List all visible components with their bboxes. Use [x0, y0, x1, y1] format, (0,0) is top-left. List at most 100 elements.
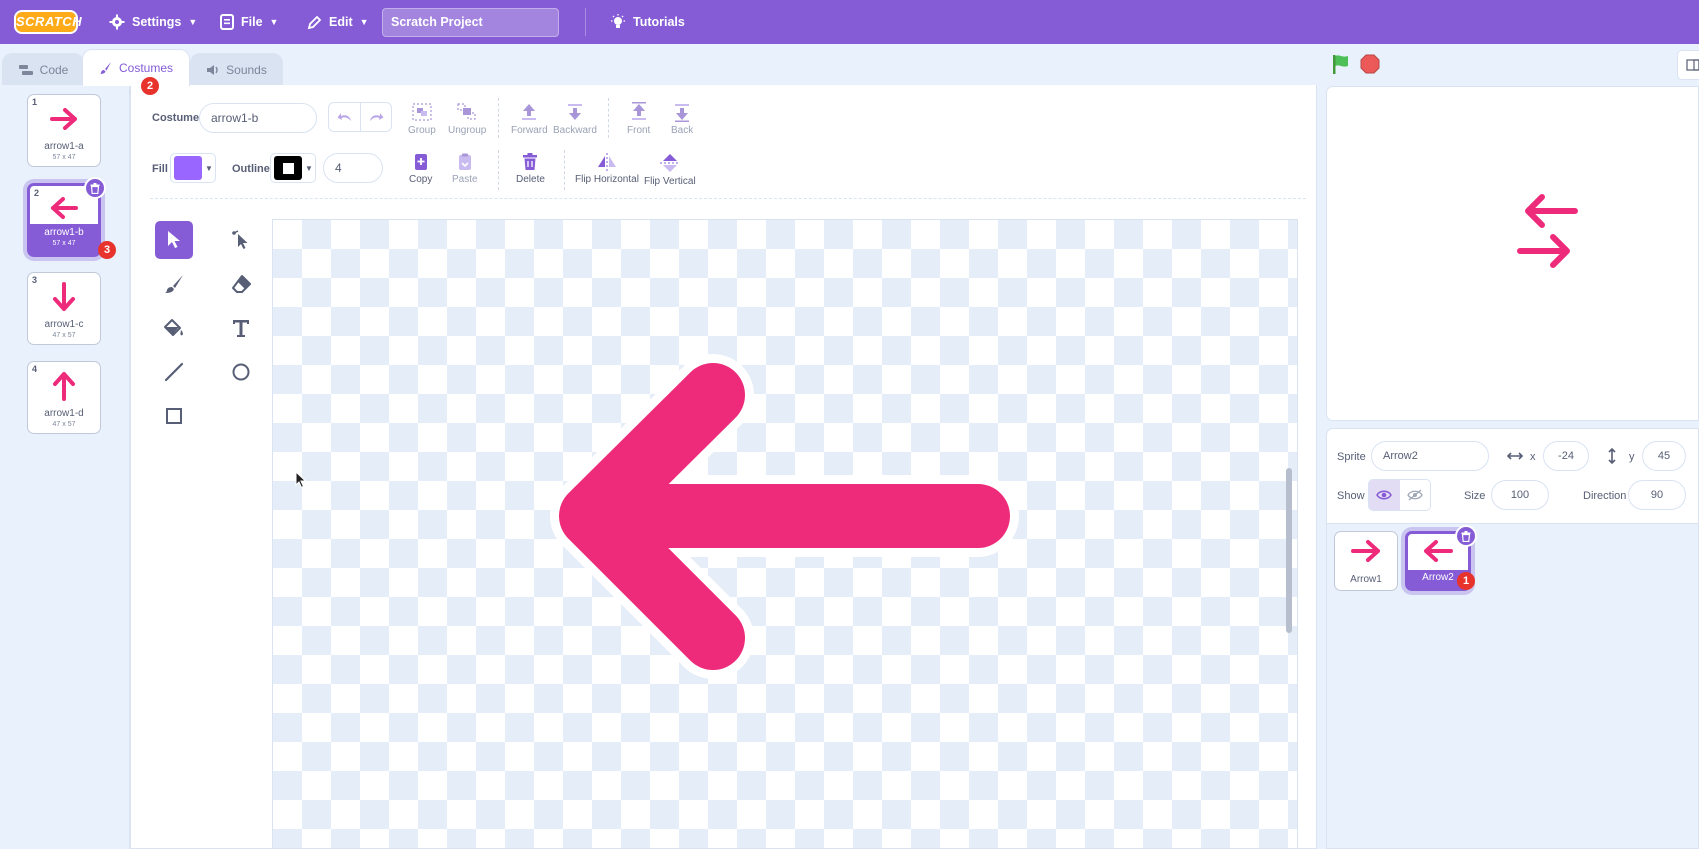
lightbulb-icon [611, 14, 625, 28]
trash-icon [90, 182, 100, 194]
file-menu[interactable]: File ▼ [220, 0, 278, 44]
rectangle-tool[interactable] [155, 397, 193, 435]
sprite-name-input[interactable]: Arrow2 [1371, 441, 1489, 471]
costume-item-4[interactable]: 4 arrow1-d 47 x 57 [27, 361, 101, 434]
y-position-input[interactable]: 45 [1642, 441, 1686, 471]
outline-swatch [274, 156, 302, 180]
costume-item-1[interactable]: 1 arrow1-a 57 x 47 [27, 94, 101, 167]
paint-bucket-icon [164, 319, 183, 336]
backward-icon [567, 104, 582, 120]
x-position-input[interactable]: -24 [1543, 441, 1589, 471]
toolbar-separator [498, 98, 499, 138]
green-flag-icon[interactable] [1330, 53, 1352, 75]
brush-tool[interactable] [155, 265, 193, 303]
copy-icon [414, 154, 427, 170]
toolbar-divider [150, 198, 1306, 199]
chevron-down-icon: ▼ [205, 163, 213, 173]
settings-menu[interactable]: Settings ▼ [109, 0, 197, 44]
arrow-down-thumbnail [28, 279, 100, 315]
eraser-icon [232, 275, 251, 293]
delete-button[interactable]: Delete [516, 153, 545, 185]
tab-sounds-label: Sounds [226, 62, 267, 77]
small-stage-icon [1686, 59, 1699, 71]
tab-code-label: Code [39, 62, 69, 77]
front-button[interactable]: Front [627, 102, 650, 136]
eraser-tool[interactable] [222, 265, 260, 303]
paint-canvas[interactable] [272, 219, 1298, 849]
copy-button[interactable]: Copy [409, 153, 432, 185]
costume-name-input[interactable]: arrow1-b [199, 103, 317, 133]
text-tool[interactable] [222, 309, 260, 347]
back-button[interactable]: Back [671, 102, 693, 136]
undo-button[interactable] [329, 103, 360, 131]
outline-color-picker[interactable]: ▼ [270, 153, 316, 183]
back-label: Back [671, 125, 694, 136]
chevron-down-icon: ▼ [269, 17, 279, 27]
arrow1-sprite [1517, 234, 1570, 268]
tutorials-button[interactable]: Tutorials [610, 0, 685, 44]
trash-icon [1461, 530, 1471, 542]
reshape-icon [232, 230, 248, 249]
circle-tool[interactable] [222, 353, 260, 391]
toolbar-separator [608, 98, 609, 138]
vertical-arrows-icon [1608, 448, 1616, 464]
outline-width-input[interactable]: 4 [323, 153, 383, 183]
flip-vertical-label: Flip Vertical [644, 176, 696, 187]
reshape-tool[interactable] [222, 221, 260, 259]
delete-sprite-button[interactable] [1455, 525, 1477, 547]
scratch-logo[interactable]: SCRATCH [14, 10, 82, 34]
show-hidden-button[interactable] [1400, 480, 1431, 510]
chevron-down-icon: ▼ [359, 17, 369, 27]
canvas-scrollbar[interactable] [1286, 468, 1292, 633]
flip-horizontal-button[interactable]: Flip Horizontal [575, 153, 639, 185]
forward-button[interactable]: Forward [511, 102, 548, 136]
sprite-name: Arrow1 [1350, 574, 1382, 585]
tab-costumes[interactable]: Costumes [82, 49, 190, 86]
size-label: Size [1464, 490, 1486, 502]
tab-sounds[interactable]: Sounds [190, 53, 283, 85]
show-toggle-group [1368, 479, 1431, 511]
project-title-input[interactable]: Scratch Project [382, 8, 559, 37]
chevron-down-icon: ▼ [188, 17, 198, 27]
front-icon [631, 102, 646, 120]
menu-bar: SCRATCH Settings ▼ File ▼ Edit ▼ Scratch… [0, 0, 1699, 44]
backward-button[interactable]: Backward [553, 102, 597, 136]
paste-button[interactable]: Paste [452, 153, 478, 185]
eye-icon [1376, 490, 1393, 500]
delete-costume-button[interactable] [84, 177, 106, 199]
arrow-up-thumbnail [28, 368, 100, 404]
stop-icon[interactable] [1360, 54, 1380, 74]
edit-label: Edit [329, 15, 353, 29]
tab-code[interactable]: Code [2, 53, 84, 85]
show-visible-button[interactable] [1369, 480, 1400, 510]
arrow2-sprite [1525, 194, 1578, 228]
group-button[interactable]: Group [408, 102, 436, 136]
undo-icon [337, 113, 351, 121]
costume-item-3[interactable]: 3 arrow1-c 47 x 57 [27, 272, 101, 345]
fill-color-picker[interactable]: ▼ [170, 153, 216, 183]
select-tool[interactable] [155, 221, 193, 259]
undo-redo-group [328, 102, 392, 132]
menu-divider [585, 8, 586, 36]
edit-menu[interactable]: Edit ▼ [307, 0, 369, 44]
line-tool[interactable] [155, 353, 193, 391]
ungroup-button[interactable]: Ungroup [448, 102, 486, 136]
costume-size: 57 x 47 [52, 154, 76, 161]
fill-tool[interactable] [155, 309, 193, 347]
show-label: Show [1337, 490, 1365, 502]
pencil-icon [307, 15, 322, 29]
costume-name: arrow1-d [44, 408, 84, 419]
toolbar-separator [498, 150, 499, 190]
tab-costumes-label: Costumes [118, 61, 174, 75]
sprite-item-arrow1[interactable]: Arrow1 [1334, 531, 1398, 591]
back-icon [675, 104, 690, 122]
direction-input[interactable]: 90 [1628, 480, 1686, 510]
stage-canvas[interactable] [1326, 86, 1699, 421]
costume-name: arrow1-b [44, 227, 84, 238]
small-stage-button[interactable] [1677, 50, 1699, 80]
flip-vertical-button[interactable]: Flip Vertical [644, 153, 696, 187]
size-input[interactable]: 100 [1491, 480, 1549, 510]
copy-label: Copy [409, 174, 433, 185]
sprite-label: Sprite [1337, 451, 1366, 463]
redo-button[interactable] [360, 103, 391, 131]
